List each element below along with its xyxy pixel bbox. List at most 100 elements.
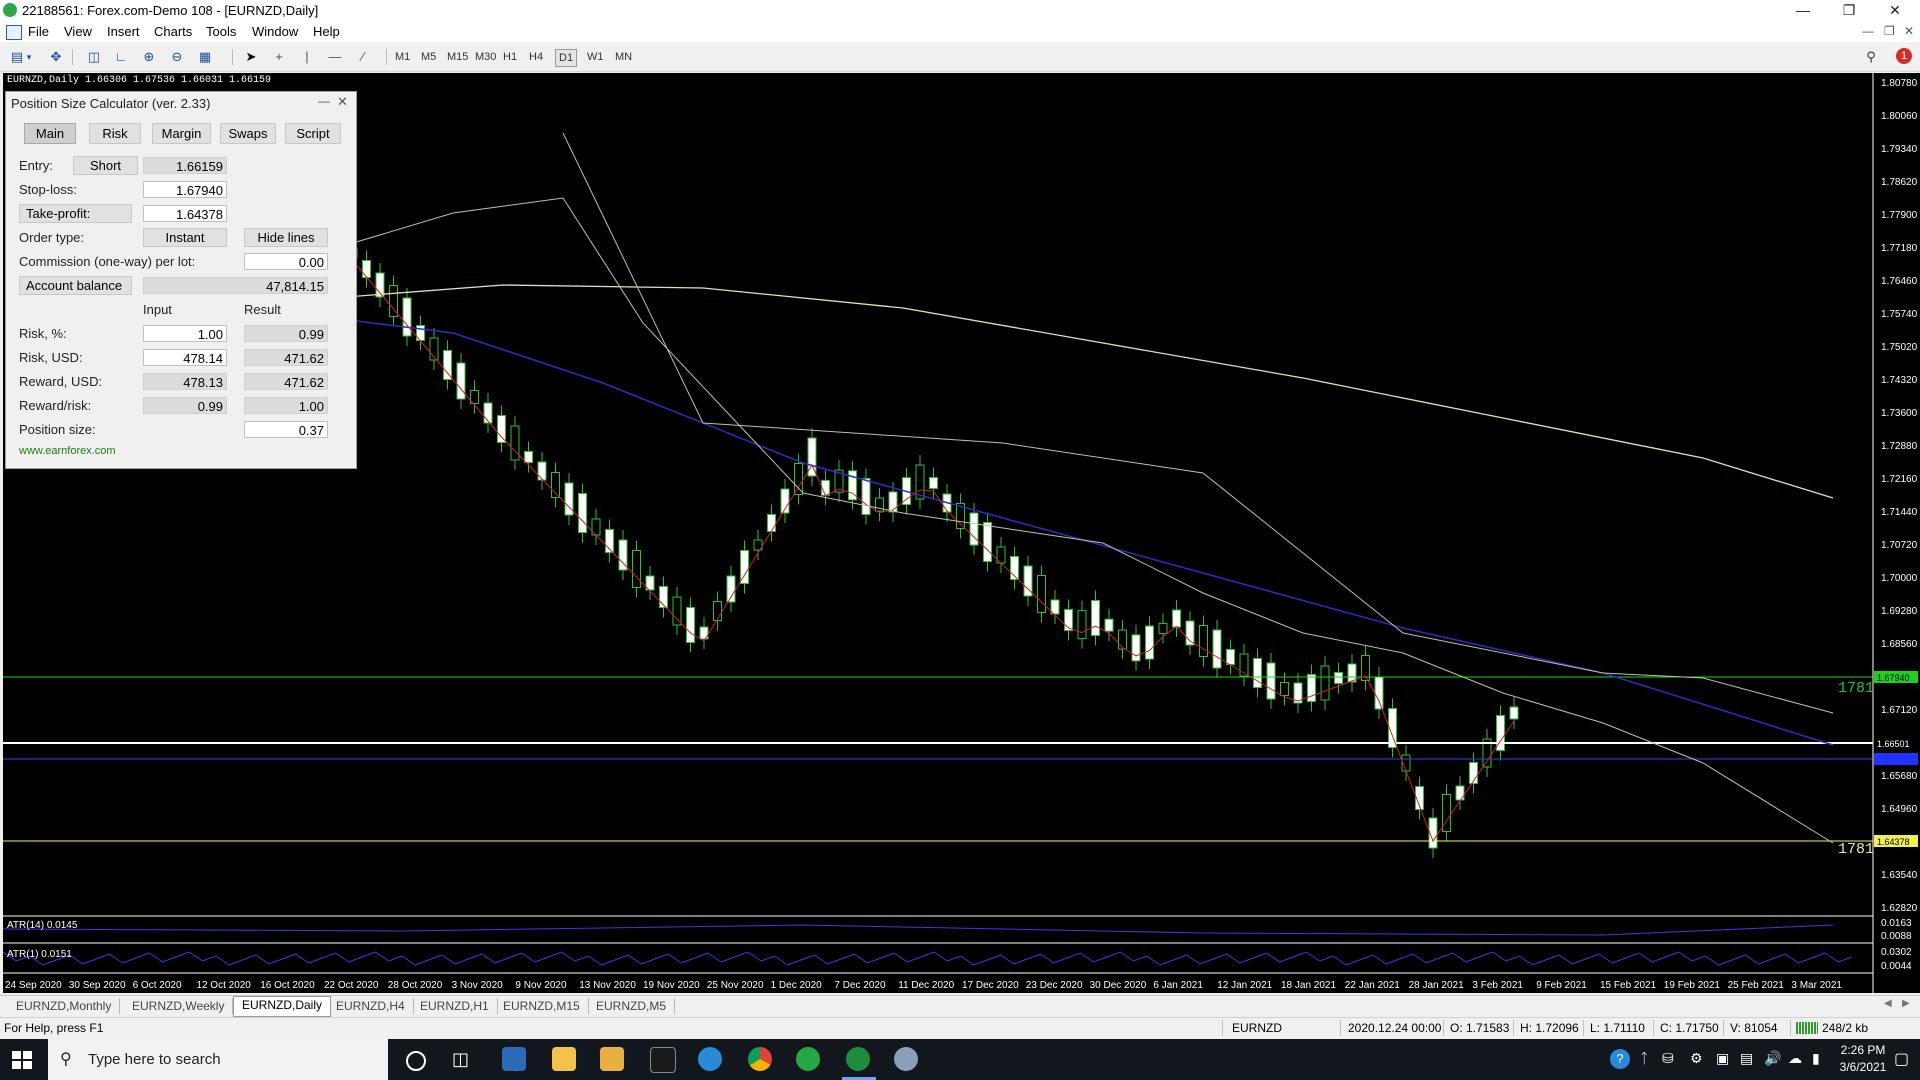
zoom-in-icon[interactable]: ⊕ [140, 48, 158, 66]
tab-scroll-right-icon[interactable]: ▶ [1902, 998, 1910, 1009]
candle-body [1280, 682, 1289, 696]
sticky-app-icon[interactable] [552, 1047, 576, 1071]
battery-icon[interactable]: ▮ [1812, 1050, 1820, 1067]
chart-tab-strip: EURNZD,Monthly EURNZD,Weekly EURNZD,Dail… [0, 995, 1920, 1017]
timeframe-m30[interactable]: M30 [472, 49, 499, 65]
zoom-out-icon[interactable]: ⊖ [168, 48, 186, 66]
cloud-icon[interactable]: ☁ [1788, 1050, 1802, 1067]
position-size-field[interactable]: 0.37 [244, 421, 328, 438]
pc-icon[interactable] [502, 1047, 526, 1071]
tile-windows-icon[interactable]: ▦ [196, 48, 214, 66]
status-separator [1443, 1020, 1444, 1036]
menu-window[interactable]: Window [252, 24, 298, 39]
reward-risk-label: Reward/risk: [19, 398, 92, 413]
edge-icon[interactable] [698, 1047, 722, 1071]
tab-margin[interactable]: Margin [152, 123, 211, 144]
metatrader-icon[interactable] [846, 1047, 870, 1071]
k-app-icon[interactable] [650, 1047, 676, 1073]
crosshair-icon[interactable]: + [270, 48, 288, 66]
chart-tab-h4[interactable]: EURNZD,H4 [328, 998, 414, 1014]
tab-script[interactable]: Script [285, 123, 341, 144]
timeframe-m1[interactable]: M1 [392, 49, 413, 65]
taskbar-search[interactable]: ⚲ Type here to search [48, 1039, 388, 1080]
network-icon[interactable]: ▤ [1740, 1050, 1753, 1067]
timeframe-m5[interactable]: M5 [418, 49, 439, 65]
close-icon[interactable]: ✕ [1872, 0, 1918, 22]
restore-icon[interactable]: ❐ [1826, 0, 1872, 22]
trend-line-icon[interactable]: ∕ [354, 48, 372, 66]
timeframe-m15[interactable]: M15 [444, 49, 471, 65]
horizontal-line-icon[interactable]: — [326, 48, 344, 66]
child-restore-icon[interactable]: ❐ [1884, 24, 1895, 38]
storage-icon[interactable]: ▣ [1716, 1050, 1729, 1067]
menu-tools[interactable]: Tools [206, 24, 236, 39]
price-label: 1.62820 [1881, 903, 1918, 914]
timeframe-h1[interactable]: H1 [500, 49, 520, 65]
entry-direction-button[interactable]: Short [73, 156, 138, 175]
volume-icon[interactable]: 🔊 [1764, 1050, 1781, 1067]
risk-usd-input[interactable]: 478.14 [143, 349, 227, 366]
notification-icon[interactable]: 1 [1896, 48, 1912, 64]
candle-body [1118, 629, 1127, 650]
chart-tab-daily[interactable]: EURNZD,Daily [233, 996, 332, 1017]
action-center-icon[interactable]: ▢ [1894, 1049, 1909, 1069]
dropdown-icon[interactable]: ▾ [24, 48, 34, 66]
candle-body [1199, 625, 1208, 657]
tab-swaps[interactable]: Swaps [220, 123, 276, 144]
timeframe-d1[interactable]: D1 [555, 49, 578, 67]
earnforex-link[interactable]: www.earnforex.com [19, 445, 116, 457]
chrome-icon[interactable] [748, 1047, 772, 1071]
file-explorer-icon[interactable] [600, 1047, 624, 1071]
menu-help[interactable]: Help [313, 24, 340, 39]
panel-close-icon[interactable]: ✕ [337, 94, 348, 110]
timeframe-w1[interactable]: W1 [584, 49, 607, 65]
tab-risk[interactable]: Risk [89, 123, 141, 144]
chart-tab-h1[interactable]: EURNZD,H1 [412, 998, 498, 1014]
chart-tab-m5[interactable]: EURNZD,M5 [588, 998, 676, 1014]
stoploss-field[interactable]: 1.67940 [143, 181, 227, 198]
menu-insert[interactable]: Insert [107, 24, 140, 39]
timeframe-mn[interactable]: MN [612, 49, 635, 65]
candle-body [483, 402, 493, 424]
timeframe-h4[interactable]: H4 [526, 49, 546, 65]
windows-start-icon[interactable] [12, 1051, 32, 1069]
chart-tab-m15[interactable]: EURNZD,M15 [495, 998, 589, 1014]
commission-field[interactable]: 0.00 [244, 253, 328, 270]
tab-main[interactable]: Main [24, 123, 76, 144]
taskbar-time[interactable]: 2:26 PM [1836, 1043, 1890, 1057]
panel-minimize-icon[interactable]: — [318, 94, 330, 108]
line-chart-icon[interactable]: ∟ [112, 48, 130, 66]
risk-pct-input[interactable]: 1.00 [143, 325, 227, 342]
child-close-icon[interactable]: ✕ [1904, 24, 1914, 38]
cortana-icon[interactable] [406, 1051, 426, 1071]
takeprofit-button[interactable]: Take-profit: [19, 204, 132, 223]
bar-chart-icon[interactable]: ◫ [85, 48, 103, 66]
price-label: 1.71440 [1881, 507, 1918, 518]
drive-icon[interactable]: ⛁ [1662, 1050, 1674, 1067]
entry-field[interactable]: 1.66159 [143, 157, 227, 174]
menu-charts[interactable]: Charts [154, 24, 192, 39]
bluetooth-icon[interactable]: ᛏ [1640, 1050, 1648, 1066]
tab-scroll-left-icon[interactable]: ◀ [1884, 998, 1892, 1009]
minimize-icon[interactable]: — [1780, 0, 1826, 22]
app-icon[interactable] [894, 1047, 918, 1071]
price-label: 1.70720 [1881, 540, 1918, 551]
hide-lines-button[interactable]: Hide lines [244, 228, 328, 247]
menu-view[interactable]: View [64, 24, 92, 39]
chart-tab-weekly[interactable]: EURNZD,Weekly [124, 998, 234, 1014]
vertical-line-icon[interactable]: | [298, 48, 316, 66]
crosshair-move-icon[interactable]: ✥ [47, 48, 65, 66]
whatsapp-icon[interactable] [796, 1047, 820, 1071]
gear-icon[interactable]: ⚙ [1690, 1050, 1703, 1067]
takeprofit-field[interactable]: 1.64378 [143, 205, 227, 222]
menu-file[interactable]: File [28, 24, 49, 39]
search-icon[interactable]: ⚲ [1862, 48, 1880, 66]
cursor-icon[interactable]: ➤ [242, 48, 260, 66]
ordertype-button[interactable]: Instant [143, 228, 227, 247]
help-tray-icon[interactable]: ? [1610, 1049, 1630, 1069]
taskbar-date[interactable]: 3/6/2021 [1836, 1060, 1890, 1074]
chart-tab-monthly[interactable]: EURNZD,Monthly [8, 998, 121, 1014]
task-view-icon[interactable]: ◫ [452, 1049, 469, 1070]
account-balance-button[interactable]: Account balance [19, 276, 132, 295]
child-minimize-icon[interactable]: — [1862, 24, 1874, 38]
